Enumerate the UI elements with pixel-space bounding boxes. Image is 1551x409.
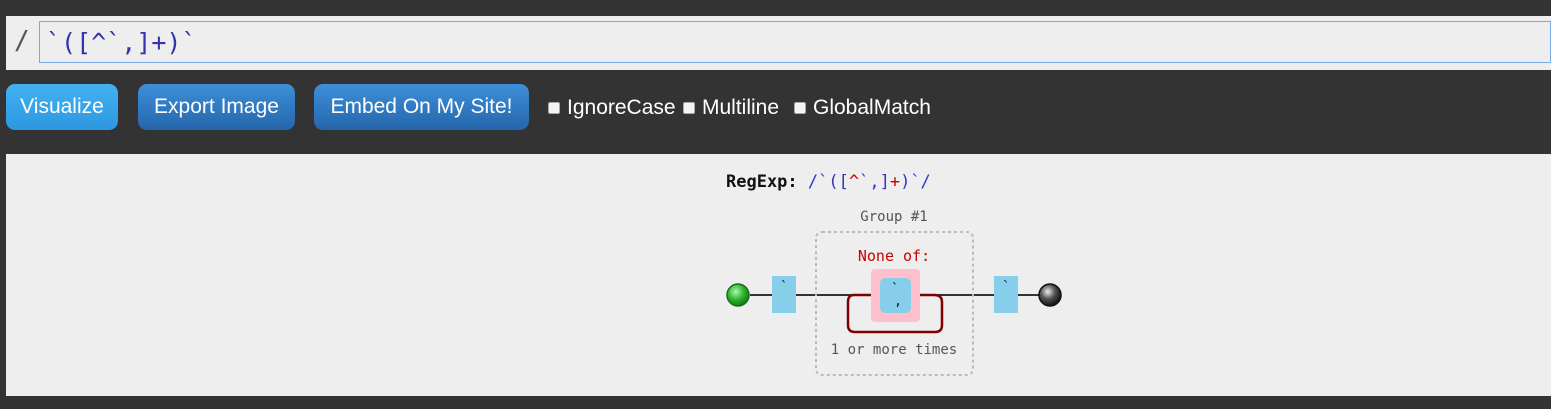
visualize-button[interactable]: Visualize (6, 84, 118, 130)
globalmatch-option[interactable]: GlobalMatch (794, 96, 931, 119)
end-node (1038, 283, 1062, 307)
export-image-button[interactable]: Export Image (138, 84, 295, 130)
railroad-diagram: Group #1 None of: ` , 1 or more times ` … (726, 209, 1062, 376)
regex-input[interactable] (39, 21, 1551, 63)
literal-start-text: ` (780, 280, 788, 295)
class-char-comma: , (894, 294, 902, 309)
literal-end-text: ` (1002, 280, 1010, 295)
diagram-canvas: RegExp: /`([^`,]+)`/ Group #1 None of: `… (6, 154, 1551, 396)
embed-button[interactable]: Embed On My Site! (314, 84, 529, 130)
start-node (726, 283, 750, 307)
regex-input-bar: / (6, 16, 1551, 70)
none-of-label: None of: (858, 247, 930, 265)
globalmatch-checkbox[interactable] (794, 102, 806, 114)
ignorecase-checkbox[interactable] (548, 102, 560, 114)
group-label: Group #1 (860, 209, 927, 225)
ignorecase-label: IgnoreCase (567, 96, 676, 119)
repeat-label: 1 or more times (831, 342, 957, 358)
multiline-checkbox[interactable] (683, 102, 695, 114)
globalmatch-label: GlobalMatch (813, 96, 931, 119)
regex-slash: / (14, 26, 30, 56)
multiline-option[interactable]: Multiline (683, 96, 780, 119)
ignorecase-option[interactable]: IgnoreCase (548, 96, 676, 119)
toolbar: Visualize Export Image Embed On My Site!… (6, 84, 1546, 132)
multiline-label: Multiline (702, 96, 780, 119)
